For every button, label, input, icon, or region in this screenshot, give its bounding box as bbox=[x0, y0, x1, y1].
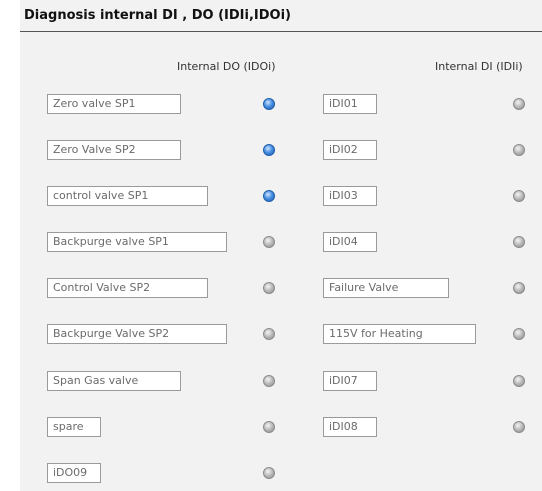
do-column-header: Internal DO (IDOi) bbox=[177, 60, 276, 73]
do-field-spare: spare bbox=[47, 417, 101, 437]
di-column-header: Internal DI (IDIi) bbox=[435, 60, 523, 73]
do-led-indicator bbox=[263, 236, 275, 248]
title-divider bbox=[20, 31, 542, 32]
do-led-indicator bbox=[263, 98, 275, 110]
do-led-indicator bbox=[263, 328, 275, 340]
do-field-control-valve-sp1: control valve SP1 bbox=[47, 186, 208, 206]
do-led-indicator bbox=[263, 421, 275, 433]
di-field-idi02: iDI02 bbox=[323, 140, 377, 160]
di-field-idi07: iDI07 bbox=[323, 371, 377, 391]
di-led-indicator bbox=[513, 375, 525, 387]
di-field-failure-valve: Failure Valve bbox=[323, 278, 449, 298]
di-field-idi01: iDI01 bbox=[323, 94, 377, 114]
do-led-indicator bbox=[263, 282, 275, 294]
di-led-indicator bbox=[513, 328, 525, 340]
panel-title: Diagnosis internal DI , DO (IDIi,IDOi) bbox=[24, 8, 291, 23]
do-field-span-gas-valve: Span Gas valve bbox=[47, 371, 181, 391]
di-field-115v-heating: 115V for Heating bbox=[323, 324, 476, 344]
di-led-indicator bbox=[513, 190, 525, 202]
di-led-indicator bbox=[513, 282, 525, 294]
di-led-indicator bbox=[513, 236, 525, 248]
do-field-zero-valve-sp1: Zero valve SP1 bbox=[47, 94, 181, 114]
do-field-backpurge-valve-sp2: Backpurge Valve SP2 bbox=[47, 324, 227, 344]
do-led-indicator bbox=[263, 375, 275, 387]
di-led-indicator bbox=[513, 421, 525, 433]
do-led-indicator bbox=[263, 190, 275, 202]
do-field-backpurge-valve-sp1: Backpurge valve SP1 bbox=[47, 232, 227, 252]
di-field-idi03: iDI03 bbox=[323, 186, 377, 206]
di-field-idi08: iDI08 bbox=[323, 417, 377, 437]
do-field-zero-valve-sp2: Zero Valve SP2 bbox=[47, 140, 181, 160]
do-field-control-valve-sp2: Control Valve SP2 bbox=[47, 278, 208, 298]
di-field-idi04: iDI04 bbox=[323, 232, 377, 252]
do-field-ido09: iDO09 bbox=[47, 463, 101, 483]
di-led-indicator bbox=[513, 144, 525, 156]
do-led-indicator bbox=[263, 144, 275, 156]
di-led-indicator bbox=[513, 98, 525, 110]
do-led-indicator bbox=[263, 467, 275, 479]
